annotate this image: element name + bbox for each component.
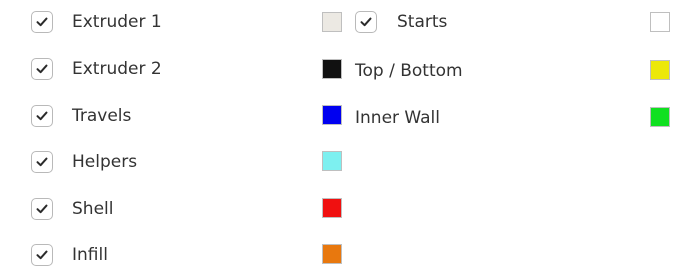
extruder-2-color-swatch[interactable] [322, 59, 342, 79]
travels-color-swatch[interactable] [322, 105, 342, 125]
travels-checkbox[interactable] [31, 105, 53, 127]
checkmark-icon [36, 64, 48, 74]
color-legend-panel: Extruder 1 Extruder 2 Travels Helpers Sh… [0, 0, 700, 273]
inner-wall-label: Inner Wall [355, 108, 440, 128]
infill-color-swatch[interactable] [322, 244, 342, 264]
extruder-1-label: Extruder 1 [72, 12, 162, 32]
starts-checkbox[interactable] [355, 11, 377, 33]
infill-checkbox[interactable] [31, 244, 53, 266]
extruder-2-label: Extruder 2 [72, 59, 162, 79]
extruder-2-checkbox[interactable] [31, 58, 53, 80]
inner-wall-color-swatch[interactable] [650, 107, 670, 127]
top-bottom-color-swatch[interactable] [650, 60, 670, 80]
shell-checkbox[interactable] [31, 198, 53, 220]
top-bottom-label: Top / Bottom [355, 61, 463, 81]
helpers-checkbox[interactable] [31, 151, 53, 173]
checkmark-icon [360, 17, 372, 27]
checkmark-icon [36, 17, 48, 27]
checkmark-icon [36, 157, 48, 167]
shell-label: Shell [72, 199, 114, 219]
starts-label: Starts [397, 12, 448, 32]
checkmark-icon [36, 111, 48, 121]
extruder-1-checkbox[interactable] [31, 11, 53, 33]
infill-label: Infill [72, 245, 108, 265]
starts-color-swatch[interactable] [650, 12, 670, 32]
helpers-label: Helpers [72, 152, 138, 172]
shell-color-swatch[interactable] [322, 198, 342, 218]
helpers-color-swatch[interactable] [322, 151, 342, 171]
checkmark-icon [36, 204, 48, 214]
extruder-1-color-swatch[interactable] [322, 12, 342, 32]
travels-label: Travels [72, 106, 132, 126]
checkmark-icon [36, 250, 48, 260]
